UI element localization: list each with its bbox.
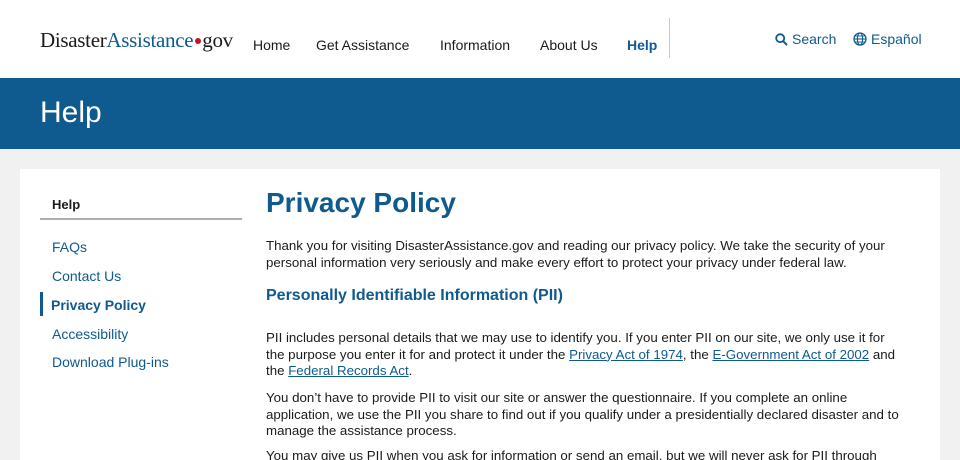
pii-p1-line-2-text-a: the purpose you enter it for and protect… <box>266 346 570 362</box>
logo-part-gov: gov <box>202 28 233 52</box>
intro-paragraph: Thank you for visiting DisasterAssistanc… <box>266 238 926 271</box>
sidebar-divider <box>40 218 242 220</box>
search-link[interactable]: Search <box>775 31 836 47</box>
pii-p1-line-1: PII includes personal details that we ma… <box>266 330 885 345</box>
site-logo[interactable]: DisasterAssistance gov <box>40 28 233 53</box>
privacy-act-link[interactable]: Privacy Act of 1974 <box>569 347 683 362</box>
pii-p2-line-2: application, we use the PII you share to… <box>266 406 899 422</box>
nav-divider <box>669 18 670 58</box>
nav-help[interactable]: Help <box>627 37 657 53</box>
pii-paragraph-3: You may give us PII when you ask for inf… <box>266 448 926 460</box>
sidebar-heading: Help <box>52 197 81 212</box>
intro-line-2: personal information very seriously and … <box>266 254 847 270</box>
pii-p2-line-1: You don’t have to provide PII to visit o… <box>266 390 848 405</box>
language-label: Español <box>871 31 922 47</box>
sidebar-item-download-plugins[interactable]: Download Plug-ins <box>52 354 169 370</box>
logo-part-assistance: Assistance <box>106 28 194 52</box>
logo-dot <box>195 38 202 45</box>
page-banner <box>0 78 960 149</box>
pii-p1-line-2-text-b: , the <box>682 346 713 362</box>
language-toggle[interactable]: Español <box>853 31 922 47</box>
sidebar-item-privacy-policy[interactable]: Privacy Policy <box>51 297 146 313</box>
banner-title: Help <box>40 96 102 129</box>
sidebar-item-contact-us[interactable]: Contact Us <box>52 268 121 284</box>
nav-about-us[interactable]: About Us <box>540 37 598 53</box>
pii-heading: Personally Identifiable Information (PII… <box>266 287 563 304</box>
nav-get-assistance[interactable]: Get Assistance <box>316 37 409 53</box>
sidebar-item-accessibility[interactable]: Accessibility <box>52 326 128 342</box>
nav-home[interactable]: Home <box>253 37 290 53</box>
federal-records-act-link[interactable]: Federal Records Act <box>288 363 408 378</box>
pii-p1-line-2-text-c: and <box>869 346 896 362</box>
pii-p1-line-3-text-a: the <box>266 363 289 378</box>
page-title: Privacy Policy <box>266 187 456 218</box>
search-icon <box>775 32 788 46</box>
search-label: Search <box>792 31 837 47</box>
pii-p2-line-3: manage the assistance process. <box>266 423 457 438</box>
nav-information[interactable]: Information <box>440 37 510 53</box>
pii-paragraph-1: PII includes personal details that we ma… <box>266 330 926 380</box>
pii-p1-line-3: the Federal Records Act. <box>266 363 926 380</box>
egov-act-link[interactable]: E-Government Act of 2002 <box>712 347 869 362</box>
pii-paragraph-2: You don’t have to provide PII to visit o… <box>266 390 926 440</box>
site-header: DisasterAssistance gov Home Get Assistanc… <box>0 0 960 78</box>
pii-p3-line-1: You may give us PII when you ask for inf… <box>266 448 877 460</box>
sidebar-active-indicator <box>40 292 43 316</box>
pii-p1-line-2: the purpose you enter it for and protect… <box>266 347 926 364</box>
intro-line-1: Thank you for visiting DisasterAssistanc… <box>266 238 885 253</box>
pii-p1-line-3-text-b: . <box>408 363 413 378</box>
sidebar-item-faqs[interactable]: FAQs <box>52 239 87 255</box>
logo-part-disaster: Disaster <box>40 28 107 52</box>
globe-icon <box>853 32 867 46</box>
